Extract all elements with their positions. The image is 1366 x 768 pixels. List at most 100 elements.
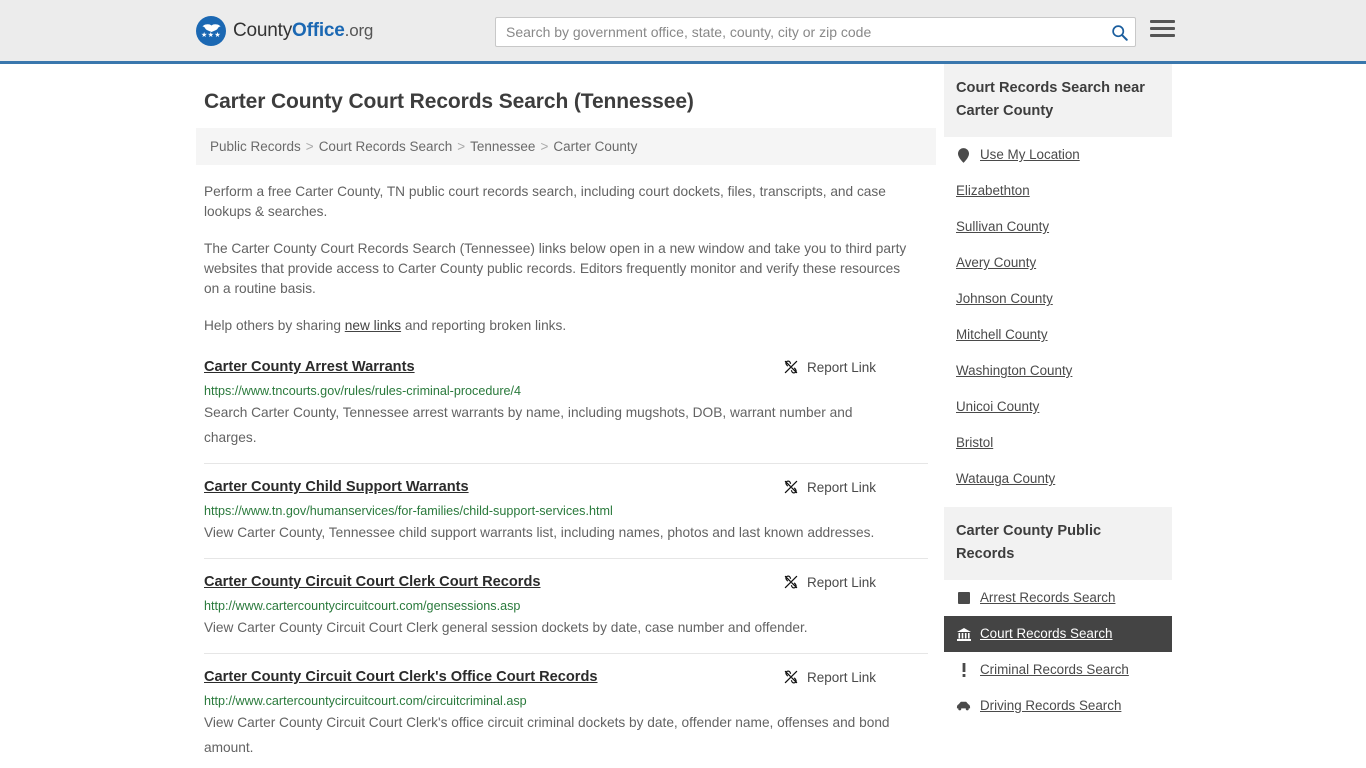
list-item: Bristol — [944, 425, 1172, 461]
sidebar-item-label: Criminal Records Search — [980, 662, 1129, 677]
search-bar — [495, 17, 1136, 47]
list-item: Criminal Records Search — [944, 652, 1172, 688]
result-header: Carter County Child Support Warrants Rep… — [204, 478, 928, 496]
breadcrumb-separator: > — [305, 139, 314, 154]
car-icon — [956, 701, 971, 711]
map-pin-icon — [956, 147, 971, 163]
result-item: Carter County Circuit Court Clerk's Offi… — [204, 653, 928, 768]
sidebar-item-label: Washington County — [956, 363, 1073, 378]
list-item: Sullivan County — [944, 209, 1172, 245]
search-button[interactable] — [1106, 20, 1132, 44]
report-link-label: Report Link — [806, 574, 876, 590]
breadcrumb-separator: > — [457, 139, 466, 154]
logo-text: CountyOffice.org — [233, 19, 374, 41]
report-link-button[interactable]: Report Link — [783, 669, 876, 685]
site-logo[interactable]: ★★★ CountyOffice.org — [196, 15, 374, 46]
sidebar-item-label: Johnson County — [956, 291, 1053, 306]
report-link-button[interactable]: Report Link — [783, 359, 876, 375]
result-title-link[interactable]: Carter County Child Support Warrants — [204, 478, 469, 496]
hamburger-bar — [1150, 34, 1175, 37]
list-item: Mitchell County — [944, 317, 1172, 353]
sidebar-item-mitchell-county[interactable]: Mitchell County — [944, 317, 1172, 353]
sidebar-item-label: Bristol — [956, 435, 994, 450]
sidebar-item-label: Driving Records Search — [980, 698, 1122, 713]
intro-paragraph-2: The Carter County Court Records Search (… — [204, 241, 907, 296]
sidebar: Court Records Search near Carter County … — [944, 64, 1172, 768]
sidebar-item-elizabethton[interactable]: Elizabethton — [944, 173, 1172, 209]
intro-text-before: Help others by sharing — [204, 318, 345, 333]
public-records-links-list: Arrest Records Search Court Records Sear… — [944, 580, 1172, 724]
result-url[interactable]: https://www.tncourts.gov/rules/rules-cri… — [204, 384, 928, 399]
breadcrumb-item-tennessee[interactable]: Tennessee — [470, 139, 535, 154]
result-item: Carter County Arrest Warrants Report Lin… — [204, 358, 928, 463]
result-description: View Carter County Circuit Court Clerk g… — [204, 620, 808, 635]
result-title-link[interactable]: Carter County Circuit Court Clerk Court … — [204, 573, 541, 591]
sidebar-item-unicoi-county[interactable]: Unicoi County — [944, 389, 1172, 425]
hamburger-bar — [1150, 27, 1175, 30]
panel-spacer — [944, 497, 1172, 507]
list-item: Washington County — [944, 353, 1172, 389]
breadcrumb-item-carter-county[interactable]: Carter County — [553, 139, 637, 154]
sidebar-item-label: Elizabethton — [956, 183, 1030, 198]
result-url[interactable]: http://www.cartercountycircuitcourt.com/… — [204, 694, 928, 709]
sidebar-item-washington-county[interactable]: Washington County — [944, 353, 1172, 389]
broken-link-icon — [784, 575, 798, 589]
result-header: Carter County Arrest Warrants Report Lin… — [204, 358, 928, 376]
sidebar-item-label: Sullivan County — [956, 219, 1050, 234]
nearby-links-list: Use My Location Elizabethton Sullivan Co… — [944, 137, 1172, 497]
intro-section: Perform a free Carter County, TN public … — [196, 182, 936, 336]
sidebar-item-use-my-location[interactable]: Use My Location — [944, 137, 1172, 173]
sidebar-item-driving-records-search[interactable]: Driving Records Search — [944, 688, 1172, 724]
result-url[interactable]: https://www.tn.gov/humanservices/for-fam… — [204, 504, 928, 519]
report-link-button[interactable]: Report Link — [783, 574, 876, 590]
intro-paragraph-1: Perform a free Carter County, TN public … — [204, 184, 886, 219]
breadcrumb-item-court-records-search[interactable]: Court Records Search — [319, 139, 453, 154]
breadcrumb: Public Records > Court Records Search > Tenn… — [196, 128, 936, 165]
courthouse-icon — [956, 627, 971, 641]
list-item: Use My Location — [944, 137, 1172, 173]
page-title: Carter County Court Records Search (Tenn… — [204, 90, 694, 113]
result-title-link[interactable]: Carter County Circuit Court Clerk's Offi… — [204, 668, 598, 686]
sidebar-item-sullivan-county[interactable]: Sullivan County — [944, 209, 1172, 245]
sidebar-item-avery-county[interactable]: Avery County — [944, 245, 1172, 281]
sidebar-item-bristol[interactable]: Bristol — [944, 425, 1172, 461]
filled-square-icon — [956, 592, 971, 604]
result-url[interactable]: http://www.cartercountycircuitcourt.com/… — [204, 599, 928, 614]
result-description: View Carter County Circuit Court Clerk's… — [204, 715, 890, 755]
sidebar-item-arrest-records-search[interactable]: Arrest Records Search — [944, 580, 1172, 616]
search-input[interactable] — [495, 17, 1136, 47]
report-link-button[interactable]: Report Link — [783, 479, 876, 495]
list-item: Arrest Records Search — [944, 580, 1172, 616]
hamburger-bar — [1150, 20, 1175, 23]
sidebar-item-label: Mitchell County — [956, 327, 1048, 342]
list-item: Unicoi County — [944, 389, 1172, 425]
hamburger-menu-icon[interactable] — [1150, 20, 1175, 37]
sidebar-item-criminal-records-search[interactable]: Criminal Records Search — [944, 652, 1172, 688]
list-item: Elizabethton — [944, 173, 1172, 209]
sidebar-item-label: Watauga County — [956, 471, 1056, 486]
report-link-label: Report Link — [806, 479, 876, 495]
exclamation-icon — [956, 663, 971, 677]
results-list: Carter County Arrest Warrants Report Lin… — [196, 358, 936, 768]
breadcrumb-item-public-records[interactable]: Public Records — [210, 139, 301, 154]
result-description: View Carter County, Tennessee child supp… — [204, 525, 875, 540]
new-links-link[interactable]: new links — [345, 318, 401, 333]
sidebar-item-court-records-search[interactable]: Court Records Search — [944, 616, 1172, 652]
nearby-panel-heading: Court Records Search near Carter County — [944, 64, 1172, 137]
list-item: Court Records Search — [944, 616, 1172, 652]
site-header: ★★★ CountyOffice.org — [0, 0, 1366, 64]
list-item: Driving Records Search — [944, 688, 1172, 724]
sidebar-item-label: Unicoi County — [956, 399, 1040, 414]
sidebar-item-watauga-county[interactable]: Watauga County — [944, 461, 1172, 497]
result-header: Carter County Circuit Court Clerk Court … — [204, 573, 928, 591]
report-link-label: Report Link — [806, 359, 876, 375]
broken-link-icon — [784, 480, 798, 494]
sidebar-item-label: Avery County — [956, 255, 1037, 270]
breadcrumb-separator: > — [540, 139, 549, 154]
public-records-panel-heading: Carter County Public Records — [944, 507, 1172, 580]
main-content: Carter County Court Records Search (Tenn… — [196, 64, 936, 768]
sidebar-item-johnson-county[interactable]: Johnson County — [944, 281, 1172, 317]
result-title-link[interactable]: Carter County Arrest Warrants — [204, 358, 415, 376]
sidebar-item-label: Arrest Records Search — [980, 590, 1116, 605]
result-header: Carter County Circuit Court Clerk's Offi… — [204, 668, 928, 686]
